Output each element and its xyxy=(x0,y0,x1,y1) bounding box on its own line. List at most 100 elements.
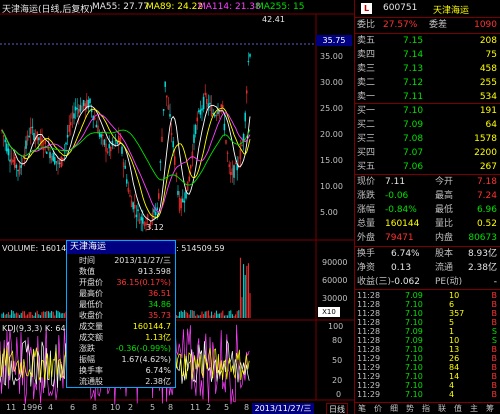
quote-fundamental-row: 净资 0.13 流通 2.38亿 xyxy=(357,263,497,273)
ask-level[interactable]: 卖三 7.13 458 xyxy=(355,63,500,76)
kdj-tick-20: 20 xyxy=(332,376,343,385)
trade-tick-row: 11:28 7.10 13 B xyxy=(357,345,497,354)
quote-footer-tab[interactable]: 值 xyxy=(454,403,462,414)
quote-footer-tab[interactable]: 指 xyxy=(422,403,430,414)
candlestick-series xyxy=(1,52,251,232)
bid-level[interactable]: 买一 7.10 191 xyxy=(355,105,500,118)
popup-key: 涨跌 xyxy=(79,344,95,353)
bid-level[interactable]: 买三 7.08 1578 xyxy=(355,133,500,146)
quote-footer-tab[interactable]: 细 xyxy=(390,403,398,414)
price-tick-label: 10.00 xyxy=(320,182,343,191)
bid-level[interactable]: 买二 7.09 64 xyxy=(355,119,500,132)
popup-key: 数值 xyxy=(79,267,95,276)
candle-body xyxy=(207,103,210,108)
trade-tick-row: 11:28 7.10 5 B xyxy=(357,318,497,327)
popup-key: 收盘价 xyxy=(79,311,103,320)
kdj-tick-100: 100 xyxy=(328,322,344,331)
kdj-tick-80: 80 xyxy=(332,336,343,345)
quote-footer-tab[interactable]: 价 xyxy=(374,403,382,414)
volume-label: VOLUME: 16014 xyxy=(2,244,67,253)
candle-body xyxy=(9,159,11,162)
period-tab[interactable]: 日线 xyxy=(326,403,348,414)
popup-value: 2013/11/27/三 xyxy=(114,256,171,265)
candle-body xyxy=(25,140,27,149)
candle-body xyxy=(244,112,246,122)
candle-body xyxy=(17,169,19,172)
quote-footer-tab[interactable]: 主 xyxy=(470,403,478,414)
popup-value: 35.73 xyxy=(148,311,171,320)
popup-value: -0.36(-0.99%) xyxy=(115,344,171,353)
trade-tick-row: 11:28 7.10 357 B xyxy=(357,309,497,318)
quote-panel: L 600751 天津海运 委比 27.57% 委差 1090 卖五 7.15 20… xyxy=(354,0,500,414)
popup-value: 36.51 xyxy=(148,289,171,298)
candle-body xyxy=(159,161,162,163)
quote-footer-tab[interactable]: 联 xyxy=(438,403,446,414)
candle-body xyxy=(137,209,139,212)
ma255-label: MA255: 15 xyxy=(256,2,305,12)
quote-footer-tab[interactable]: 势 xyxy=(406,403,414,414)
candle-body xyxy=(193,134,195,143)
candle-body xyxy=(182,198,184,203)
volume-unit-badge: X10 xyxy=(318,307,340,317)
bid-level[interactable]: 买五 7.06 267 xyxy=(355,161,500,174)
bar-info-popup: 天津海运 时间 2013/11/27/三 数值 913.598 开盘价 36.15(0.1… xyxy=(66,240,176,388)
ma89-label: MA89: 24.22 xyxy=(146,2,204,12)
popup-row: 最高价 36.51 xyxy=(67,288,175,299)
price-tick-label: 15.00 xyxy=(320,156,343,165)
popup-key: 成交量 xyxy=(79,322,103,331)
candle-body xyxy=(54,157,56,165)
date-axis-label: 5 xyxy=(150,403,156,412)
candle-body xyxy=(126,179,128,184)
popup-row: 最低价 34.86 xyxy=(67,299,175,310)
popup-value: 1.13亿 xyxy=(145,333,171,342)
candle-body xyxy=(172,141,174,148)
ask-level[interactable]: 卖二 7.12 255 xyxy=(355,77,500,90)
candle-body xyxy=(38,137,40,140)
popup-row: 涨跌 -0.36(-0.99%) xyxy=(67,343,175,354)
candle-body xyxy=(142,217,144,224)
candle-body xyxy=(73,113,75,119)
trade-tick-row: 11:28 7.10 6 B xyxy=(357,300,497,309)
candle-body xyxy=(162,109,165,111)
price-tick-label: 35.00 xyxy=(320,52,343,61)
trade-tick-row: 11:29 7.10 4 B xyxy=(357,390,497,399)
quote-fundamental-row: 换手 6.74% 股本 8.93亿 xyxy=(357,249,497,259)
kdj-tick-50: 50 xyxy=(332,356,343,365)
quote-footer-tabs: 笔价细势指联值主筹 xyxy=(355,402,500,414)
cursor-date-box: 2013/11/27/三 xyxy=(252,403,314,414)
quote-footer-tab[interactable]: 筹 xyxy=(486,403,494,414)
chart-title: 天津海运(日线,后复权) xyxy=(2,5,93,15)
popup-key: 时间 xyxy=(79,256,95,265)
candle-body xyxy=(214,114,216,117)
date-axis-label: 2 xyxy=(206,403,212,412)
candle-body xyxy=(58,162,61,165)
candle-body xyxy=(199,109,202,115)
volume-tick-2: 60000 xyxy=(322,276,348,285)
candle-body xyxy=(103,139,106,145)
candle-body xyxy=(153,209,155,213)
candle-body xyxy=(183,200,186,203)
trade-tick-row: 11:28 7.09 10 S xyxy=(357,336,497,345)
level-icon[interactable]: L xyxy=(361,3,372,14)
popup-key: 振幅 xyxy=(79,355,95,364)
trade-tick-row: 11:29 7.10 14 B xyxy=(357,372,497,381)
popup-value: 36.15(0.17%) xyxy=(116,278,171,287)
date-axis-label: 11 xyxy=(190,403,201,412)
candle-body xyxy=(177,190,179,195)
candle-body xyxy=(66,134,69,138)
popup-value: 2.38亿 xyxy=(145,377,171,386)
bid-level[interactable]: 买四 7.07 2200 xyxy=(355,147,500,160)
popup-value: 1.67(4.62%) xyxy=(121,355,171,364)
ask-level[interactable]: 卖四 7.14 75 xyxy=(355,49,500,62)
quote-footer-tab[interactable]: 笔 xyxy=(358,403,366,414)
candle-body xyxy=(55,161,58,163)
candle-body xyxy=(49,152,51,159)
popup-key: 流通股 xyxy=(79,377,103,386)
candle-body xyxy=(20,164,22,168)
ma55-line xyxy=(1,104,251,222)
price-tick-label: 25.00 xyxy=(320,104,343,113)
candle-body xyxy=(89,98,91,104)
ask-level[interactable]: 卖五 7.15 208 xyxy=(355,35,500,48)
popup-value: 160144.7 xyxy=(132,322,171,331)
wei-bi-row: 委比 27.57% 委差 1090 xyxy=(357,20,497,30)
